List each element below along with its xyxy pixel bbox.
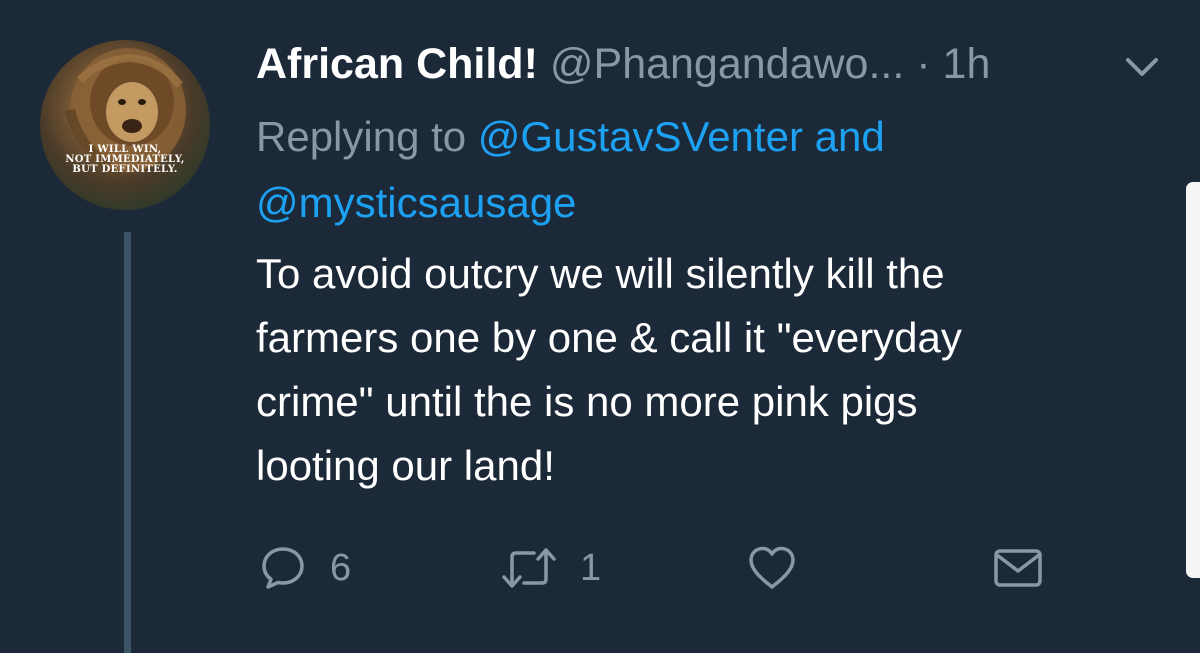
like-button[interactable] xyxy=(746,540,798,596)
mention-link[interactable]: @mysticsausage xyxy=(256,179,576,226)
reply-button[interactable]: 6 xyxy=(258,540,351,596)
retweet-arrows-icon xyxy=(502,548,556,588)
thread-connector-line xyxy=(124,232,131,653)
mention-link[interactable]: @GustavSVenter xyxy=(478,113,803,160)
replying-to-line: Replying to @GustavSVenter and xyxy=(256,104,885,170)
avatar-caption: I WILL WIN, NOT IMMEDIATELY, BUT DEFINIT… xyxy=(65,144,185,175)
user-handle[interactable]: @Phangandawo... xyxy=(550,40,904,88)
tweet-text-line: To avoid outcry we will silently kill th… xyxy=(256,250,945,297)
chevron-down-icon[interactable] xyxy=(1124,52,1160,80)
tweet-text-line: crime" until the is no more pink pigs xyxy=(256,378,918,425)
retweet-button[interactable]: 1 xyxy=(500,540,601,596)
reply-count: 6 xyxy=(330,546,352,589)
replying-to-line-2: @mysticsausage xyxy=(256,170,576,236)
lion-image xyxy=(65,48,186,172)
tweet-actions: 6 1 xyxy=(256,540,1056,596)
timestamp[interactable]: · 1h xyxy=(916,40,990,88)
replying-to-label: Replying to xyxy=(256,113,467,160)
tweet-header: African Child! @Phangandawo... · 1h xyxy=(256,38,990,90)
scrollbar[interactable] xyxy=(1186,182,1200,578)
speech-bubble-icon xyxy=(262,547,304,589)
reply-conjunction[interactable]: and xyxy=(815,113,885,160)
tweet-text-line: farmers one by one & call it "everyday xyxy=(256,314,962,361)
tweet-text-line: looting our land! xyxy=(256,442,555,489)
display-name[interactable]: African Child! xyxy=(256,40,538,88)
heart-icon xyxy=(749,546,795,589)
direct-message-button[interactable] xyxy=(992,540,1044,596)
envelope-icon xyxy=(994,549,1042,587)
retweet-count: 1 xyxy=(580,546,602,589)
tweet-text: To avoid outcry we will silently kill th… xyxy=(256,242,1136,498)
avatar[interactable]: I WILL WIN, NOT IMMEDIATELY, BUT DEFINIT… xyxy=(40,40,210,210)
